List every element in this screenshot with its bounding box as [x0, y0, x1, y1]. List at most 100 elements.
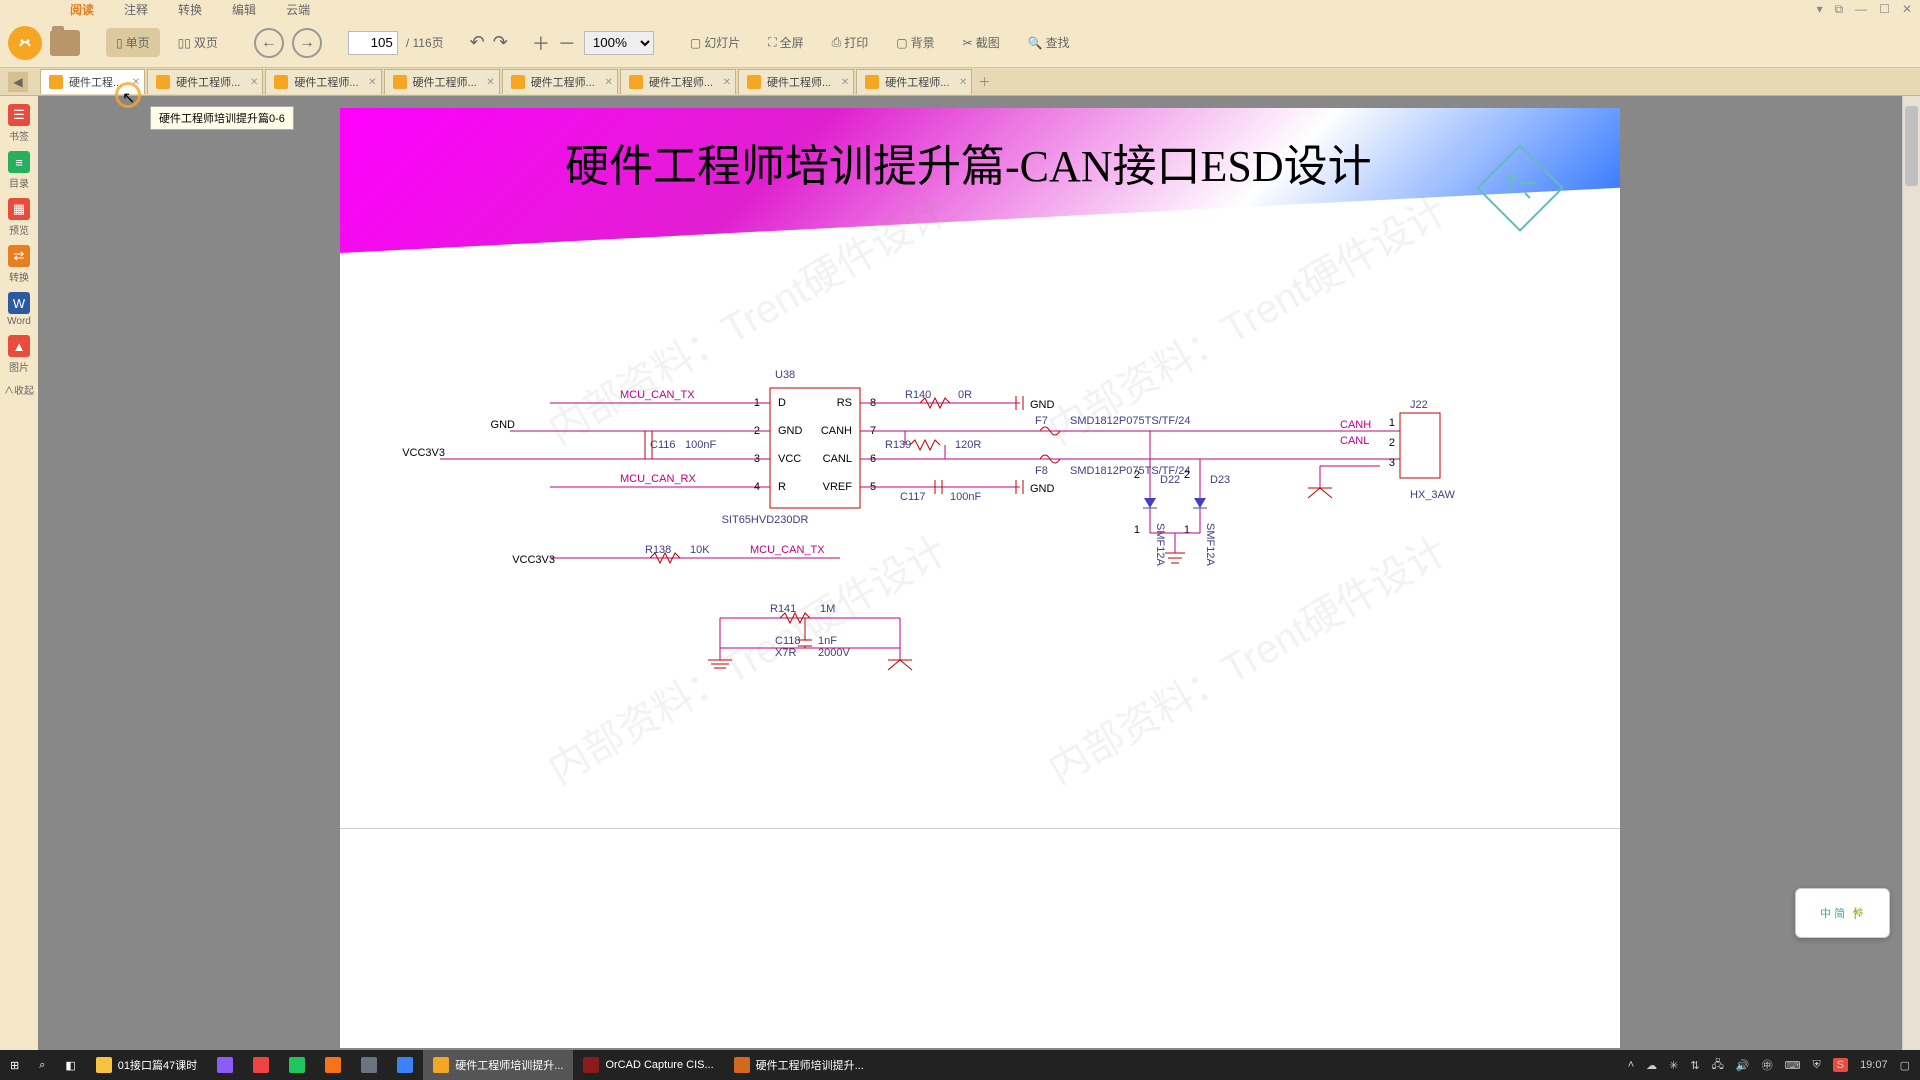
close-tab-icon[interactable]: ✕	[250, 77, 258, 88]
doc-tab-6[interactable]: 硬件工程师...✕	[738, 69, 854, 94]
maximize-icon[interactable]: ☐	[1879, 2, 1890, 17]
btn2-icon[interactable]: ⧉	[1835, 2, 1844, 17]
tray-chevron-icon[interactable]: ˄	[1628, 1059, 1634, 1071]
sidebar-image[interactable]: ▲图片	[8, 335, 30, 374]
mode-tab-convert[interactable]: 转换	[178, 1, 202, 18]
svg-text:CANL: CANL	[823, 453, 852, 465]
mode-tab-annotate[interactable]: 注释	[124, 1, 148, 18]
svg-text:2000V: 2000V	[818, 647, 850, 659]
sidebar-preview[interactable]: ▦预览	[8, 198, 30, 237]
pdf-icon	[865, 75, 879, 89]
start-button[interactable]: ⊞	[0, 1050, 29, 1080]
vertical-scrollbar[interactable]	[1902, 96, 1920, 1050]
doc-tab-3[interactable]: 硬件工程师...✕	[384, 69, 500, 94]
prev-page-button[interactable]: ←	[254, 28, 284, 58]
close-tab-icon[interactable]: ✕	[723, 77, 731, 88]
taskview-button[interactable]: ◧	[55, 1050, 85, 1080]
word-icon: W	[8, 292, 30, 314]
main-toolbar: ▯ 单页 ▯▯ 双页 ← → / 116页 ↶ ↷ ＋ － 100% ▢幻灯片 …	[0, 18, 1920, 68]
close-tab-icon[interactable]: ✕	[368, 77, 376, 88]
sidebar-outline[interactable]: ≡目录	[8, 151, 30, 190]
bamboo-icon: 🎋	[1851, 907, 1865, 920]
svg-text:2: 2	[1389, 437, 1395, 449]
slideshow-button[interactable]: ▢幻灯片	[680, 28, 750, 57]
svg-text:1nF: 1nF	[818, 635, 837, 647]
close-tab-icon[interactable]: ✕	[841, 77, 849, 88]
sidebar-word[interactable]: WWord	[7, 292, 31, 327]
doc-tab-4[interactable]: 硬件工程师...✕	[502, 69, 618, 94]
double-page-button[interactable]: ▯▯ 双页	[168, 28, 228, 57]
scrollbar-thumb[interactable]	[1905, 106, 1918, 186]
add-tab-button[interactable]: ＋	[974, 72, 994, 92]
zoom-out-icon[interactable]: －	[558, 30, 576, 56]
task-app-6[interactable]	[387, 1050, 423, 1080]
task-app-1[interactable]	[207, 1050, 243, 1080]
screenshot-button[interactable]: ✂截图	[953, 28, 1010, 57]
undo-icon[interactable]: ↶	[470, 32, 485, 53]
close-tab-icon[interactable]: ✕	[604, 77, 612, 88]
minimize-icon[interactable]: —	[1855, 2, 1867, 17]
redo-icon[interactable]: ↷	[493, 32, 508, 53]
print-button[interactable]: ⎙打印	[822, 28, 879, 57]
search-icon: 🔍	[1028, 36, 1043, 50]
svg-text:SMD1812P075TS/TF/24: SMD1812P075TS/TF/24	[1070, 415, 1190, 427]
close-icon[interactable]: ✕	[1902, 2, 1912, 17]
task-orcad[interactable]: OrCAD Capture CIS...	[573, 1050, 723, 1080]
page-number-input[interactable]	[348, 31, 398, 55]
tray-cloud-icon[interactable]: ☁	[1646, 1059, 1657, 1072]
app-logo-icon[interactable]	[8, 26, 42, 60]
tray-usb-icon[interactable]: ⇅	[1690, 1059, 1699, 1072]
svg-text:D: D	[778, 397, 786, 409]
task-powerpoint[interactable]: 硬件工程师培训提升...	[724, 1050, 874, 1080]
sidebar-convert[interactable]: ⇄转换	[8, 245, 30, 284]
tray-time[interactable]: 19:07	[1860, 1059, 1888, 1071]
ime-label: 中 简	[1820, 905, 1845, 921]
tray-notifications-icon[interactable]: ▢	[1900, 1059, 1910, 1072]
windows-taskbar: ⊞ ⌕ ◧ 01接口篇47课时 硬件工程师培训提升... OrCAD Captu…	[0, 1050, 1920, 1080]
close-tab-icon[interactable]: ✕	[486, 77, 494, 88]
task-app-3[interactable]	[279, 1050, 315, 1080]
tray-wechat-icon[interactable]: ✳	[1669, 1059, 1678, 1072]
svg-text:100nF: 100nF	[950, 491, 981, 503]
task-app-4[interactable]	[315, 1050, 351, 1080]
task-app-2[interactable]	[243, 1050, 279, 1080]
tray-volume-icon[interactable]: 🔊	[1736, 1059, 1750, 1072]
doc-tab-1[interactable]: 硬件工程师...✕	[147, 69, 263, 94]
tray-network-icon[interactable]: 🖧	[1712, 1056, 1724, 1075]
task-pdf-reader[interactable]: 硬件工程师培训提升...	[423, 1050, 573, 1080]
btn1-icon[interactable]: ▾	[1817, 2, 1823, 17]
mode-tab-cloud[interactable]: 云端	[286, 1, 310, 18]
tray-keyboard-icon[interactable]: ⌨	[1785, 1059, 1801, 1072]
doc-tab-7[interactable]: 硬件工程师...✕	[856, 69, 972, 94]
slideshow-icon: ▢	[690, 36, 701, 50]
tray-ime-icon[interactable]: ㊥	[1762, 1057, 1773, 1073]
ime-floating-bar[interactable]: 中 简 🎋	[1795, 888, 1890, 938]
svg-text:C118: C118	[775, 635, 800, 647]
zoom-select[interactable]: 100%	[584, 31, 654, 55]
doc-tab-2[interactable]: 硬件工程师...✕	[265, 69, 381, 94]
tray-s-icon[interactable]: S	[1833, 1058, 1848, 1072]
page-divider	[340, 828, 1620, 829]
search-button[interactable]: 🔍查找	[1018, 28, 1080, 57]
sidebar-toggle-button[interactable]: ◀	[8, 72, 28, 92]
single-page-button[interactable]: ▯ 单页	[106, 28, 160, 57]
task-explorer[interactable]: 01接口篇47课时	[86, 1050, 207, 1080]
sidebar-bookmarks[interactable]: ☰书签	[8, 104, 30, 143]
background-button[interactable]: ▢背景	[886, 28, 944, 57]
taskview-icon: ◧	[65, 1059, 75, 1072]
doc-tab-5[interactable]: 硬件工程师...✕	[620, 69, 736, 94]
svg-text:R138: R138	[645, 544, 671, 556]
tray-shield-icon[interactable]: ⛨	[1812, 1059, 1820, 1072]
search-button[interactable]: ⌕	[29, 1050, 55, 1080]
fullscreen-button[interactable]: ⛶全屏	[758, 28, 813, 57]
close-tab-icon[interactable]: ✕	[959, 77, 967, 88]
zoom-in-icon[interactable]: ＋	[532, 30, 550, 56]
svg-text:3: 3	[1389, 457, 1395, 469]
svg-text:2: 2	[1184, 469, 1190, 481]
mode-tab-edit[interactable]: 编辑	[232, 1, 256, 18]
next-page-button[interactable]: →	[292, 28, 322, 58]
open-folder-icon[interactable]	[50, 30, 80, 56]
sidebar-collapse[interactable]: ∧收起	[4, 382, 34, 397]
task-app-5[interactable]	[351, 1050, 387, 1080]
mode-tab-read[interactable]: 阅读	[70, 1, 94, 18]
